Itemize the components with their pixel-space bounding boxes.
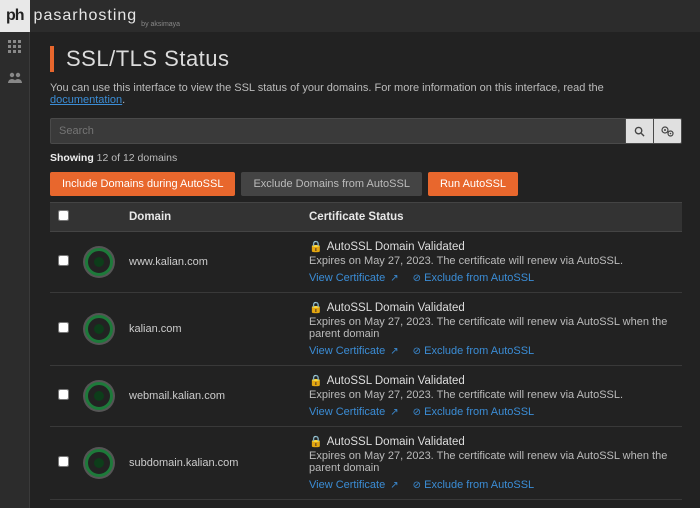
select-all-checkbox[interactable] [58,210,69,221]
sidebar [0,32,30,508]
title-accent [50,46,54,72]
domain-cell: webmail.kalian.com [121,366,301,427]
exclude-autossl-link[interactable]: ⊘ Exclude from AutoSSL [411,272,535,284]
ssl-status-icon [85,248,113,276]
brand-name: pasarhosting [34,7,138,25]
exclude-autossl-link[interactable]: ⊘ Exclude from AutoSSL [411,479,535,491]
search-icon [634,126,645,137]
search-input[interactable] [50,118,626,144]
status-expiry: Expires on May 27, 2023. The certificate… [309,389,674,401]
ssl-status-icon [85,315,113,343]
row-checkbox[interactable] [58,255,69,266]
main-content: SSL/TLS Status You can use this interfac… [30,32,700,508]
status-validated: 🔒AutoSSL Domain Validated [309,240,674,253]
intro-post: . [122,94,125,106]
ban-icon: ⊘ [413,273,421,284]
column-status[interactable]: Certificate Status [301,203,682,232]
status-validated: 🔒AutoSSL Domain Validated [309,435,674,448]
lock-icon: 🔒 [309,375,323,387]
external-link-icon: ↗ [390,407,398,418]
domain-cell: kalian.com [121,293,301,366]
view-certificate-link[interactable]: View Certificate ↗ [309,479,399,491]
intro-pre: You can use this interface to view the S… [50,82,604,94]
domain-cell: subdomain.kalian.com [121,427,301,500]
lock-icon: 🔒 [309,436,323,448]
ban-icon: ⊘ [413,346,421,357]
view-certificate-link[interactable]: View Certificate ↗ [309,345,399,357]
brand-sub: by aksimaya [141,21,180,28]
table-row: subdomain.kalian.com 🔒AutoSSL Domain Vali… [50,427,682,500]
external-link-icon: ↗ [390,273,398,284]
external-link-icon: ↗ [390,480,398,491]
status-validated: 🔒AutoSSL Domain Validated [309,374,674,387]
external-link-icon: ↗ [390,346,398,357]
exclude-autossl-link[interactable]: ⊘ Exclude from AutoSSL [411,345,535,357]
row-checkbox[interactable] [58,456,69,467]
search-button[interactable] [626,118,654,144]
exclude-autossl-link[interactable]: ⊘ Exclude from AutoSSL [411,406,535,418]
showing-text: Showing 12 of 12 domains [50,152,682,164]
view-certificate-link[interactable]: View Certificate ↗ [309,272,399,284]
ssl-status-icon [85,382,113,410]
ban-icon: ⊘ [413,480,421,491]
showing-count: 12 of 12 [97,152,135,164]
domain-cell: www.kalian.com [121,232,301,293]
table-row: webmail.kalian.com 🔒AutoSSL Domain Valida… [50,366,682,427]
row-checkbox[interactable] [58,322,69,333]
documentation-link[interactable]: documentation [50,94,122,106]
brand-square: ph [0,0,30,32]
table-row: mail.kalian.com🔒AutoSSL Domain Validated… [50,500,682,508]
row-checkbox[interactable] [58,389,69,400]
status-validated: 🔒AutoSSL Domain Validated [309,301,674,314]
showing-prefix: Showing [50,152,97,164]
domains-table: Domain Certificate Status www.kalian.com… [50,202,682,508]
exclude-domains-button[interactable]: Exclude Domains from AutoSSL [241,172,422,196]
users-icon[interactable] [7,71,23,88]
table-row: www.kalian.com 🔒AutoSSL Domain Validated E… [50,232,682,293]
include-domains-button[interactable]: Include Domains during AutoSSL [50,172,235,196]
lock-icon: 🔒 [309,302,323,314]
gears-icon [661,126,674,137]
domain-cell: mail.kalian.com [121,500,301,508]
topbar: ph pasarhosting by aksimaya [0,0,700,32]
lock-icon: 🔒 [309,241,323,253]
run-autossl-button[interactable]: Run AutoSSL [428,172,518,196]
column-domain[interactable]: Domain [121,203,301,232]
view-certificate-link[interactable]: View Certificate ↗ [309,406,399,418]
settings-button[interactable] [654,118,682,144]
status-expiry: Expires on May 27, 2023. The certificate… [309,450,674,474]
ssl-status-icon [85,449,113,477]
ban-icon: ⊘ [413,407,421,418]
table-row: kalian.com 🔒AutoSSL Domain Validated Expir… [50,293,682,366]
page-title: SSL/TLS Status [66,46,230,72]
status-expiry: Expires on May 27, 2023. The certificate… [309,316,674,340]
grid-icon[interactable] [8,40,22,57]
status-expiry: Expires on May 27, 2023. The certificate… [309,255,674,267]
intro-text: You can use this interface to view the S… [50,82,682,106]
showing-suffix: domains [135,152,178,164]
